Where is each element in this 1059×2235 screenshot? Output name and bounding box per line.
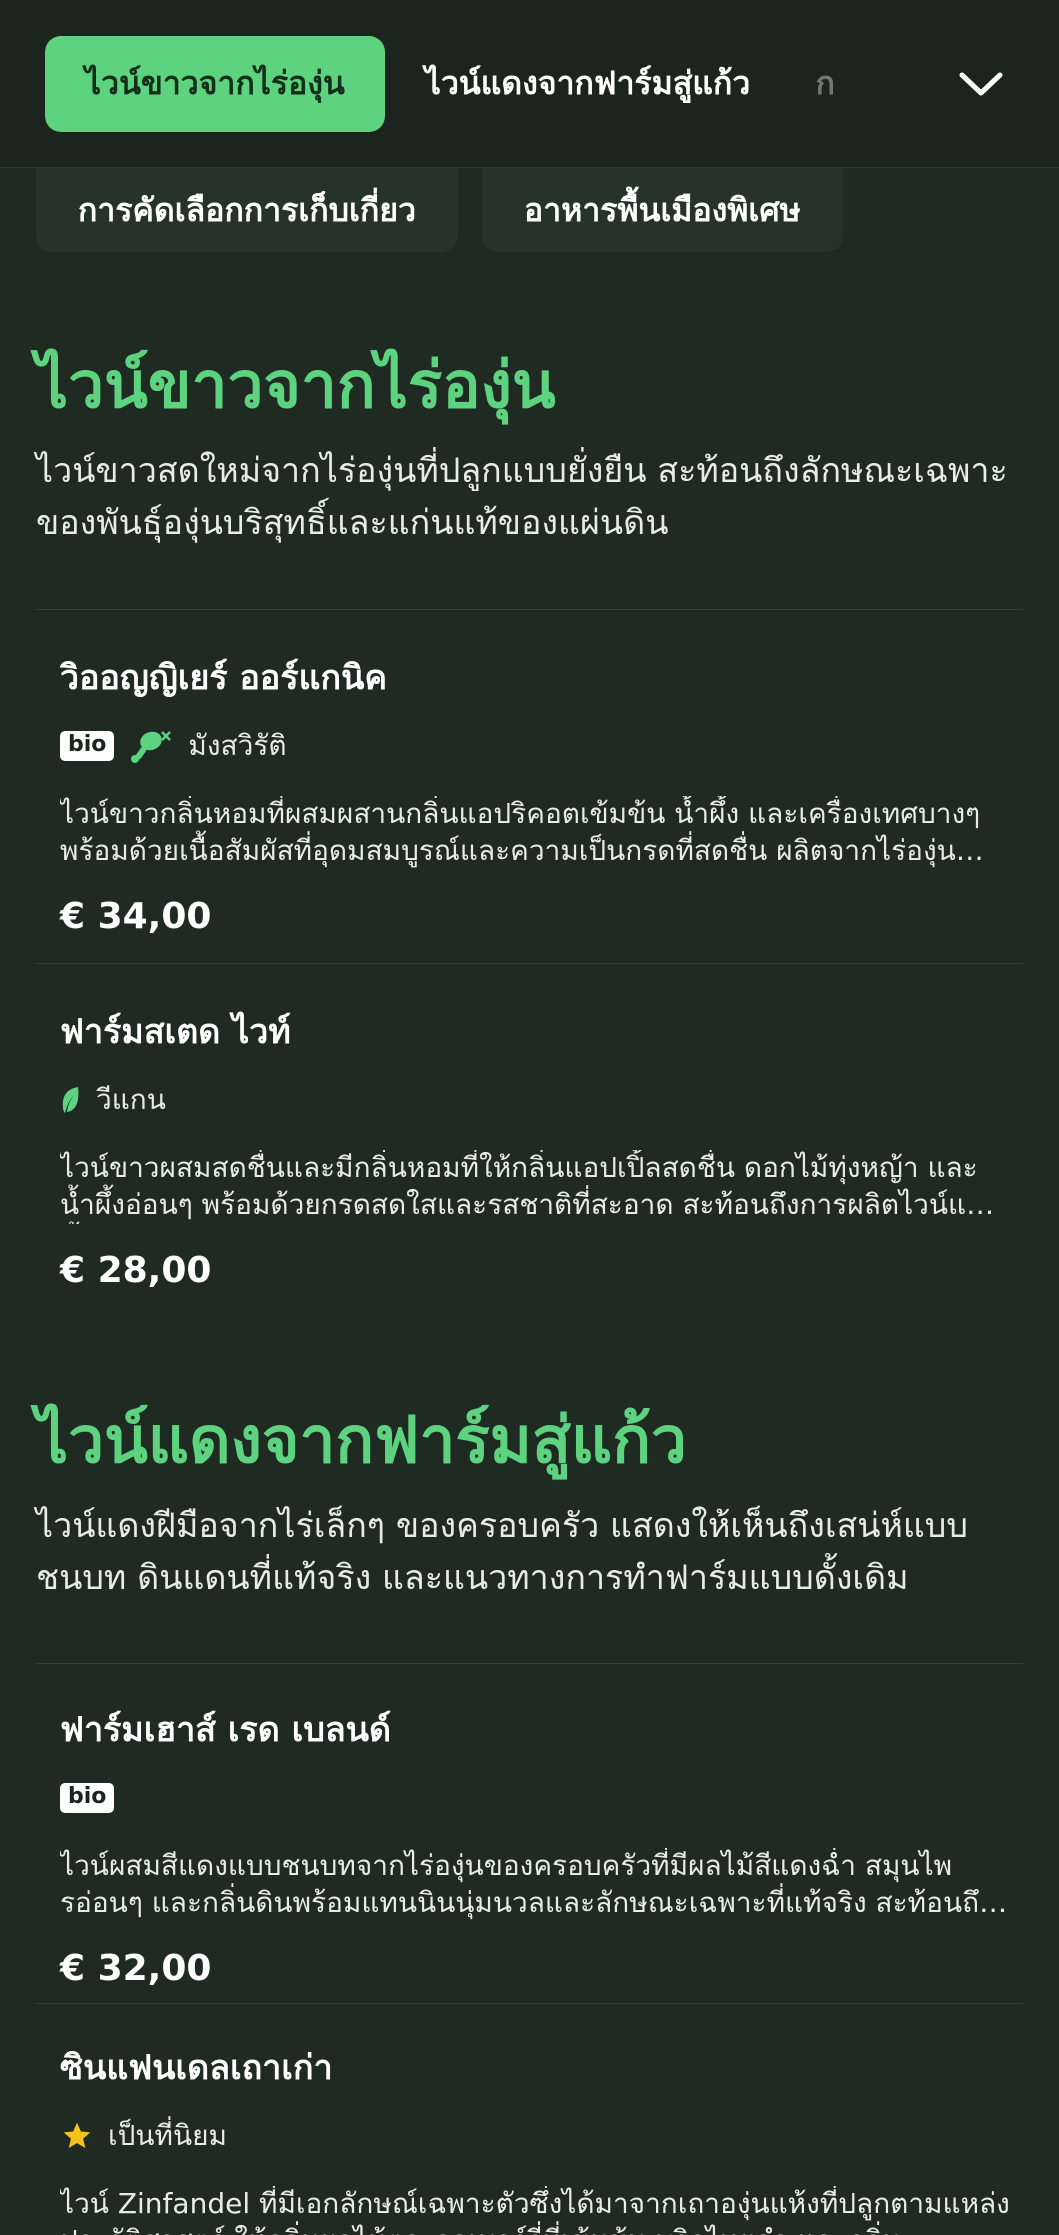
tabs-expand-button[interactable] bbox=[931, 34, 1031, 134]
subfilter-local-specialties[interactable]: อาหารพื้นเมืองพิเศษ bbox=[482, 168, 843, 252]
menu-item[interactable]: วิออญญิเยร์ ออร์แกนิค bio มังสวิรัติ ไวน… bbox=[36, 650, 1023, 937]
section-title: ไวน์แดงจากฟาร์มสู่แก้ว bbox=[36, 1405, 687, 1476]
tab-white-wine[interactable]: ไวน์ขาวจากไร่องุ่น bbox=[45, 35, 385, 132]
item-description: ไวน์ขาวกลิ่นหอมที่ผสมผสานกลิ่นแอปริคอตเข… bbox=[60, 797, 981, 867]
no-meat-icon bbox=[131, 731, 172, 763]
item-name: ฟาร์มสเตด ไวท์ bbox=[60, 1012, 291, 1052]
chevron-down-icon bbox=[959, 72, 1003, 96]
item-description: ไวน์ผสมสีแดงแบบชนบทจากไร่องุ่นของครอบครั… bbox=[60, 1849, 993, 1919]
subcategory-pills: การคัดเลือกการเก็บเกี่ยว อาหารพื้นเมืองพ… bbox=[36, 168, 843, 252]
item-badges: bio bbox=[60, 1778, 1023, 1818]
item-badges: เป็นที่นิยม bbox=[60, 2116, 1023, 2156]
section-description: ไวน์ขาวสดใหม่จากไร่องุ่นที่ปลูกแบบยั่งยื… bbox=[36, 450, 1008, 544]
item-badges: วีแกน bbox=[60, 1080, 1023, 1120]
menu-page: ไวน์ขาวจากไร่องุ่น ไวน์แดงจากฟาร์มสู่แก้… bbox=[0, 0, 1059, 2235]
bio-badge: bio bbox=[60, 730, 115, 762]
item-price: € 28,00 bbox=[60, 1249, 212, 1291]
star-icon bbox=[63, 2122, 91, 2148]
item-description: ไวน์ขาวผสมสดชื่นและมีกลิ่นหอมที่ให้กลิ่น… bbox=[60, 1151, 1002, 1221]
tab-next-category[interactable]: ก bbox=[790, 36, 860, 132]
section-description: ไวน์แดงฝีมือจากไร่เล็กๆ ของครอบครัว แสดง… bbox=[36, 1505, 968, 1599]
menu-item[interactable]: ฟาร์มสเตด ไวท์ วีแกน ไวน์ขาวผสมสดชื่นและ… bbox=[36, 1004, 1023, 1291]
section-white-wine: ไวน์ขาวจากไร่องุ่น ไวน์ขาวสดใหม่จากไร่อง… bbox=[36, 348, 1023, 550]
category-tabbar: ไวน์ขาวจากไร่องุ่น ไวน์แดงจากฟาร์มสู่แก้… bbox=[0, 0, 1059, 168]
divider bbox=[36, 963, 1023, 964]
menu-item[interactable]: ฟาร์มเฮาส์ เรด เบลนด์ bio ไวน์ผสมสีแดงแบ… bbox=[36, 1702, 1023, 1989]
item-name: ฟาร์มเฮาส์ เรด เบลนด์ bbox=[60, 1710, 392, 1750]
item-price: € 34,00 bbox=[60, 895, 212, 937]
tab-red-wine[interactable]: ไวน์แดงจากฟาร์มสู่แก้ว bbox=[385, 36, 790, 132]
bio-badge: bio bbox=[60, 1782, 115, 1814]
item-price: € 32,00 bbox=[60, 1947, 212, 1989]
subfilter-harvest-selection[interactable]: การคัดเลือกการเก็บเกี่ยว bbox=[36, 168, 459, 252]
divider bbox=[36, 609, 1023, 610]
item-description: ไวน์ Zinfandel ที่มีเอกลักษณ์เฉพาะตัวซึ่… bbox=[60, 2187, 1010, 2235]
leaf-icon bbox=[62, 1087, 79, 1113]
item-name: ซินแฟนเดลเถาเก่า bbox=[60, 2048, 333, 2088]
item-badges: bio มังสวิรัติ bbox=[60, 726, 1023, 766]
menu-item[interactable]: ซินแฟนเดลเถาเก่า เป็นที่นิยม ไวน์ Zinfan… bbox=[36, 2040, 1023, 2235]
section-title: ไวน์ขาวจากไร่องุ่น bbox=[36, 350, 556, 421]
divider bbox=[36, 2003, 1023, 2004]
diet-label: วีแกน bbox=[96, 1083, 166, 1116]
popular-label: เป็นที่นิยม bbox=[108, 2119, 227, 2152]
section-red-wine: ไวน์แดงจากฟาร์มสู่แก้ว ไวน์แดงฝีมือจากไร… bbox=[36, 1403, 1023, 1605]
divider bbox=[36, 1663, 1023, 1664]
diet-label: มังสวิรัติ bbox=[188, 729, 287, 762]
item-name: วิออญญิเยร์ ออร์แกนิค bbox=[60, 658, 388, 698]
